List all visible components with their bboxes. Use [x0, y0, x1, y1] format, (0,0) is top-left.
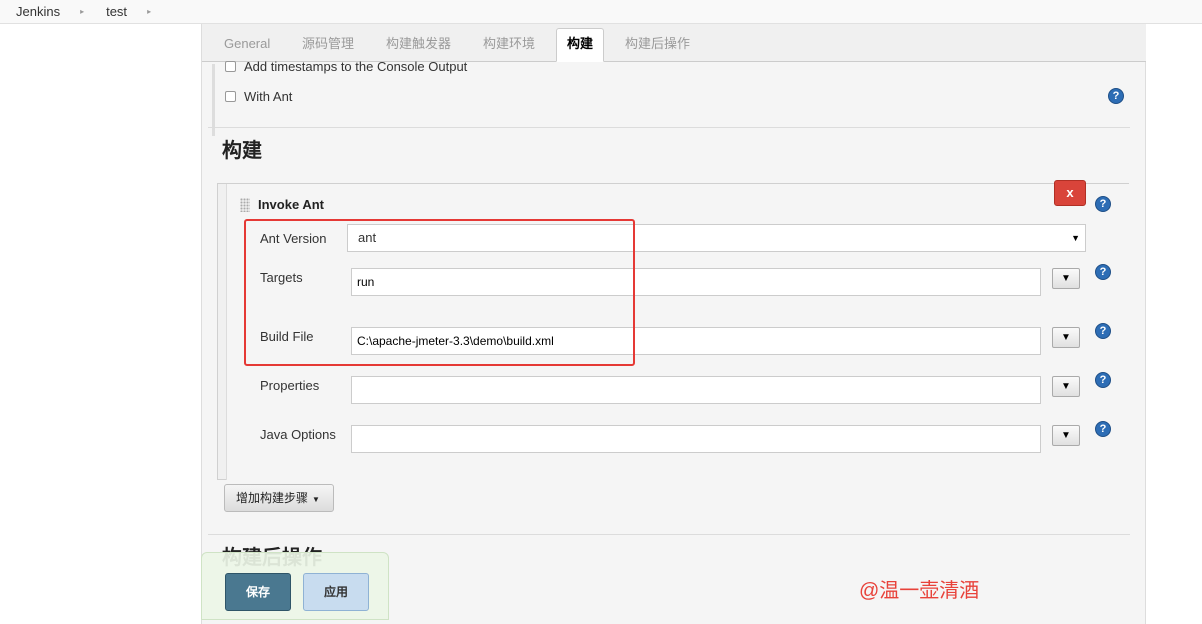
divider [208, 534, 1130, 535]
help-icon[interactable]: ? [1095, 421, 1111, 437]
help-icon[interactable]: ? [1095, 323, 1111, 339]
build-file-label: Build File [260, 329, 314, 344]
save-button[interactable]: 保存 [225, 573, 291, 611]
help-icon[interactable]: ? [1095, 264, 1111, 280]
java-options-expand-button[interactable]: ▼ [1052, 425, 1080, 446]
build-file-expand-button[interactable]: ▼ [1052, 327, 1080, 348]
config-tabbar: General 源码管理 构建触发器 构建环境 构建 构建后操作 [202, 24, 1146, 62]
with-ant-checkbox[interactable] [225, 91, 236, 102]
targets-input[interactable]: run [351, 268, 1041, 296]
breadcrumb-chevron-icon: ▸ [80, 7, 85, 16]
ant-version-label: Ant Version [260, 231, 327, 246]
caret-down-icon: ▼ [312, 495, 320, 504]
divider [208, 127, 1130, 128]
properties-label: Properties [260, 378, 320, 393]
timestamps-option[interactable]: Add timestamps to the Console Output [225, 59, 467, 74]
properties-expand-button[interactable]: ▼ [1052, 376, 1080, 397]
tab-build[interactable]: 构建 [556, 28, 605, 62]
drag-handle-icon[interactable] [240, 198, 250, 212]
timestamps-label: Add timestamps to the Console Output [244, 59, 468, 74]
delete-step-button[interactable]: x [1054, 180, 1086, 206]
watermark-text: @温一壶清酒 [859, 580, 980, 602]
add-build-step-button[interactable]: 增加构建步骤 ▼ [224, 484, 334, 512]
tab-post-build[interactable]: 构建后操作 [621, 30, 694, 62]
targets-expand-button[interactable]: ▼ [1052, 268, 1080, 289]
add-build-step-label: 增加构建步骤 [236, 491, 309, 505]
tab-general[interactable]: General [220, 30, 274, 62]
tab-scm[interactable]: 源码管理 [298, 30, 358, 62]
build-file-input[interactable]: C:\apache-jmeter-3.3\demo\build.xml [351, 327, 1041, 355]
java-options-input[interactable] [351, 425, 1041, 453]
help-icon[interactable]: ? [1108, 88, 1124, 104]
apply-button[interactable]: 应用 [303, 573, 369, 611]
breadcrumb: Jenkins ▸ test ▸ [0, 0, 1202, 24]
with-ant-option[interactable]: With Ant [225, 89, 292, 104]
config-panel: General 源码管理 构建触发器 构建环境 构建 构建后操作 Add tim… [201, 24, 1146, 624]
properties-input[interactable] [351, 376, 1041, 404]
tab-triggers[interactable]: 构建触发器 [382, 30, 455, 62]
timestamps-checkbox[interactable] [225, 61, 236, 72]
ant-version-select[interactable]: ant ▼ [347, 224, 1086, 252]
ant-version-value: ant [358, 230, 377, 245]
targets-label: Targets [260, 270, 303, 285]
section-indent-bar [212, 64, 215, 136]
tab-build-env[interactable]: 构建环境 [479, 30, 539, 62]
breadcrumb-test[interactable]: test [106, 4, 127, 19]
step-title: Invoke Ant [258, 197, 324, 212]
with-ant-label: With Ant [244, 89, 293, 104]
breadcrumb-chevron-icon[interactable]: ▸ [147, 7, 151, 16]
java-options-label: Java Options [260, 427, 336, 442]
help-icon[interactable]: ? [1095, 372, 1111, 388]
breadcrumb-jenkins[interactable]: Jenkins [16, 4, 60, 19]
build-section-title: 构建 [222, 140, 262, 162]
dropdown-arrow-icon: ▼ [1071, 233, 1080, 243]
help-icon[interactable]: ? [1095, 196, 1111, 212]
